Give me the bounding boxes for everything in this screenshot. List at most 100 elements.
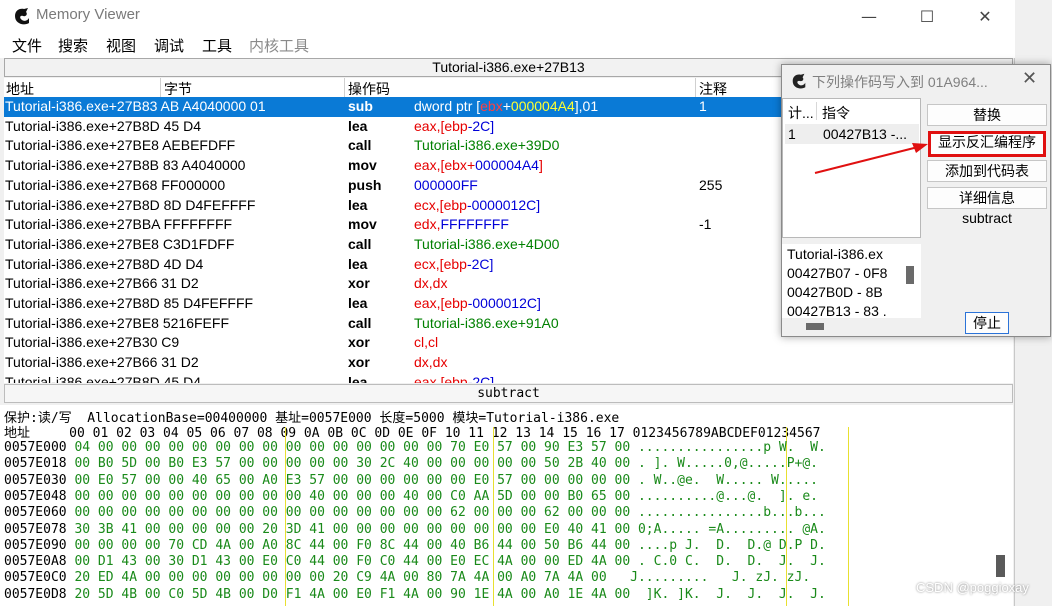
disasm-operands: ecx,[ebp-0000012C] — [414, 196, 541, 213]
stop-button[interactable]: 停止 — [965, 312, 1009, 334]
hex-bytes: 30 3B 41 00 00 00 00 00 20 3D 41 00 00 0… — [74, 521, 638, 537]
disasm-operands: 000000FF — [414, 176, 478, 193]
hex-row[interactable]: 0057E090 00 00 00 00 70 CD 4A 00 A0 8C 4… — [4, 538, 826, 553]
close-icon: ✕ — [978, 6, 992, 26]
dialog-close-icon[interactable]: ✕ — [1022, 68, 1037, 89]
menu-file[interactable]: 文件 — [12, 35, 42, 56]
close-button[interactable]: ✕ — [956, 0, 1014, 32]
disasm-comment: 1 — [699, 98, 707, 114]
disasm-operands: dx,dx — [414, 275, 448, 292]
disasm-opcode: sub — [348, 98, 373, 114]
column-separator[interactable] — [344, 78, 345, 97]
list-header-count[interactable]: 计... — [788, 103, 814, 123]
list-item[interactable]: 1 00427B13 -... — [785, 124, 919, 144]
more-info-button[interactable]: 详细信息 — [927, 187, 1047, 209]
watermark: CSDN @poggioxay — [916, 580, 1029, 595]
list-header-instruction[interactable]: 指令 — [822, 103, 850, 123]
disasm-operands: cl,cl — [414, 334, 439, 351]
hex-scrollbar-thumb[interactable] — [996, 555, 1005, 577]
opcode-label: subtract — [962, 210, 1012, 226]
hex-bytes: 00 00 00 00 00 00 00 00 00 00 00 00 00 0… — [74, 505, 638, 521]
disasm-address: Tutorial-i386.exe+27B66 31 D2 — [5, 275, 199, 292]
menu-view[interactable]: 视图 — [106, 35, 136, 56]
disasm-address: Tutorial-i386.exe+27BE8 5216FEFF — [5, 314, 229, 331]
column-separator[interactable] — [160, 78, 161, 97]
disasm-address: Tutorial-i386.exe+27B8B 83 A4040000 — [5, 157, 246, 174]
hex-row[interactable]: 0057E030 00 E0 57 00 00 40 65 00 A0 E3 5… — [4, 473, 818, 488]
hex-ascii: . C.0 C. D. D. J. J. — [637, 554, 826, 570]
hex-row[interactable]: 0057E060 00 00 00 00 00 00 00 00 00 00 0… — [4, 505, 826, 520]
column-address[interactable]: 地址 — [6, 79, 34, 99]
info-hscrollbar-thumb[interactable] — [806, 323, 824, 330]
disasm-address: Tutorial-i386.exe+27B8D 8D D4FEFFFF — [5, 196, 256, 213]
hex-row[interactable]: 0057E048 00 00 00 00 00 00 00 00 00 00 4… — [4, 489, 818, 504]
disasm-opcode: lea — [348, 117, 368, 134]
disasm-row[interactable]: Tutorial-i386.exe+27B66 31 D2 xor dx,dx — [4, 353, 1013, 373]
instruction-list[interactable]: 计... 指令 1 00427B13 -... — [782, 98, 921, 238]
hex-ascii: ]K. ]K. J. J. J. J. — [637, 586, 826, 602]
menu-tools[interactable]: 工具 — [202, 35, 232, 56]
disasm-opcode: xor — [348, 275, 370, 292]
hex-ascii: 0;A..... =A......... @A. — [637, 521, 826, 537]
hex-bytes: 00 00 00 00 00 00 00 00 00 00 40 00 00 0… — [74, 488, 638, 504]
disasm-row[interactable]: Tutorial-i386.exe+27B8D 45 D4 lea eax,[ebp… — [4, 373, 1013, 383]
disasm-operands: ecx,[ebp-2C] — [414, 255, 494, 272]
list-item-instruction: 00427B13 -... — [823, 126, 908, 142]
window-title: Memory Viewer — [36, 6, 140, 23]
hex-address: 0057E078 — [4, 521, 75, 537]
info-scrollbar-thumb[interactable] — [906, 266, 914, 284]
column-separator[interactable] — [695, 78, 696, 97]
maximize-button[interactable]: ☐ — [898, 0, 956, 32]
hex-row[interactable]: 0057E0A8 00 D1 43 00 30 D1 43 00 E0 C0 4… — [4, 554, 826, 569]
minimize-icon: — — [861, 6, 877, 26]
disasm-address: Tutorial-i386.exe+27BBA FFFFFFFF — [5, 216, 233, 233]
menu-search[interactable]: 搜索 — [58, 35, 88, 56]
menu-debug[interactable]: 调试 — [154, 35, 184, 56]
show-disassembler-button[interactable]: 显示反汇编程序 — [928, 131, 1046, 157]
column-bytes[interactable]: 字节 — [164, 79, 192, 99]
replace-button[interactable]: 替换 — [927, 104, 1047, 126]
opcode-writers-dialog: 下列操作码写入到 01A964... ✕ 计... 指令 1 00427B13 … — [781, 64, 1051, 337]
disasm-address: Tutorial-i386.exe+27BE8 C3D1FDFF — [5, 235, 235, 252]
disasm-operands: dx,dx — [414, 354, 448, 371]
disasm-operands: eax,[ebp-2C] — [414, 117, 495, 134]
hex-ascii: ................p W. W. — [637, 440, 826, 455]
disasm-address: Tutorial-i386.exe+27BE8 AEBEFDFF — [5, 137, 236, 154]
disasm-address: Tutorial-i386.exe+27B8D 45 D4 — [5, 117, 201, 134]
disasm-opcode: lea — [348, 295, 368, 311]
minimize-button[interactable]: — — [840, 0, 898, 32]
disasm-operands: dword ptr [ebx+000004A4],01 — [414, 98, 599, 114]
info-line: 00427B07 - 0F8 — [787, 265, 888, 281]
hex-view[interactable]: 保护:读/写 AllocationBase=00400000 基址=0057E0… — [0, 405, 1013, 606]
column-opcode[interactable]: 操作码 — [348, 79, 390, 99]
disasm-address: Tutorial-i386.exe+27B8D 85 D4FEFFFF — [5, 295, 254, 311]
column-separator — [816, 102, 817, 120]
list-item-count: 1 — [788, 126, 796, 142]
hex-bytes: 00 00 00 00 70 CD 4A 00 A0 8C 44 00 F0 8… — [74, 537, 638, 553]
hex-ascii: ..........@...@. ]. e. — [637, 488, 818, 504]
hex-row[interactable]: 0057E0D8 20 5D 4B 00 C0 5D 4B 00 D0 F1 4… — [4, 587, 826, 602]
disasm-address: Tutorial-i386.exe+27B66 31 D2 — [5, 354, 199, 371]
hex-ascii: ....p J. D. D.@ D.P D. — [637, 537, 826, 553]
column-comment[interactable]: 注释 — [699, 79, 727, 99]
disasm-opcode: call — [348, 314, 372, 331]
hex-row[interactable]: 0057E078 30 3B 41 00 00 00 00 00 20 3D 4… — [4, 522, 826, 537]
hex-row[interactable]: 0057E0C0 20 ED 4A 00 00 00 00 00 00 00 0… — [4, 570, 810, 585]
disasm-opcode: mov — [348, 216, 377, 233]
menu-kernel-tools[interactable]: 内核工具 — [249, 35, 309, 56]
dialog-title: 下列操作码写入到 01A964... — [812, 74, 988, 90]
hex-column-header: 地址 00 01 02 03 04 05 06 07 08 09 0A 0B 0… — [4, 426, 821, 441]
disasm-comment: -1 — [699, 216, 712, 233]
disasm-operands: eax,[ebp-2C] — [414, 373, 495, 383]
hex-row[interactable]: 0057E018 00 B0 5D 00 B0 E3 57 00 00 00 0… — [4, 456, 818, 471]
disassembler-status: subtract — [4, 384, 1013, 403]
disasm-address: Tutorial-i386.exe+27B30 C9 — [5, 334, 180, 351]
add-to-codelist-button[interactable]: 添加到代码表 — [927, 160, 1047, 182]
disasm-address: Tutorial-i386.exe+27B8D 4D D4 — [5, 255, 204, 272]
hex-group-guide — [848, 427, 849, 606]
hex-address: 0057E030 — [4, 472, 75, 488]
disasm-opcode: xor — [348, 354, 370, 371]
hex-row[interactable]: 0057E000 04 00 00 00 00 00 00 00 00 00 0… — [4, 440, 826, 455]
disasm-opcode: call — [348, 235, 372, 252]
disasm-address: Tutorial-i386.exe+27B83 AB A4040000 01 — [5, 98, 266, 114]
